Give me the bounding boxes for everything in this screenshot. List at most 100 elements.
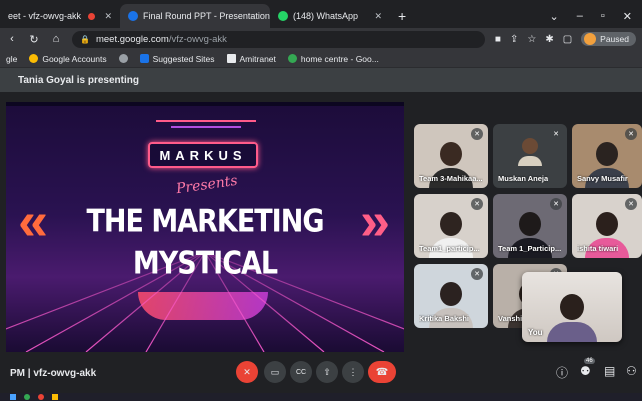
tab-whatsapp[interactable]: (148) WhatsApp ✕ (270, 4, 390, 28)
share-icon[interactable]: ⇪ (510, 34, 518, 45)
slide-title-line1: THE MARKETING (86, 203, 324, 240)
browser-toolbar: ‹ ↻ ⌂ 🔒 meet.google.com/vfz-owvg-akk ■ ⇪… (0, 28, 642, 50)
mic-off-icon: ✕ (471, 198, 483, 210)
back-icon[interactable]: ‹ (6, 33, 18, 45)
bookmark-amitranet[interactable]: Amitranet (226, 53, 276, 64)
participant-tile[interactable]: ✕ ishita tiwari (572, 194, 642, 258)
mic-toggle-button[interactable]: ✕ (236, 361, 258, 383)
address-bar[interactable]: 🔒 meet.google.com/vfz-owvg-akk (72, 30, 485, 48)
slide-topbar (6, 102, 404, 106)
mic-off-icon: ✕ (625, 128, 637, 140)
close-window-icon[interactable]: ✕ (623, 10, 632, 23)
mic-off-icon: ✕ (550, 198, 562, 210)
home-icon[interactable]: ⌂ (50, 33, 62, 45)
participant-name: Vanshi (498, 314, 523, 323)
bookmark-google-accounts[interactable]: Google Accounts (29, 53, 107, 64)
participant-tile[interactable]: ✕ Kritika Bakshi (414, 264, 488, 328)
google-icon (287, 54, 297, 63)
reload-icon[interactable]: ↻ (28, 33, 40, 46)
participant-name: Muskan Aneja (498, 174, 549, 183)
extensions-icon[interactable]: ✱ (545, 34, 553, 45)
hangup-icon: ☎ (375, 366, 389, 378)
participant-tile[interactable]: ✕ Team 1_Particip... (493, 194, 567, 258)
camera-icon: ▭ (270, 366, 280, 377)
slide-presents: Presents (175, 172, 239, 198)
chat-icon[interactable]: ▤ (604, 364, 615, 378)
participant-name: Team 1_Particip... (498, 244, 562, 253)
meet-control-bar: PM | vfz-owvg-akk ✕ ▭ CC ⇧ ⋮ ☎ ⓘ ⚉ 46 ▤ … (0, 358, 642, 388)
tab-title: eet - vfz-owvg-akk (8, 11, 82, 21)
participant-name: Kritika Bakshi (419, 314, 470, 323)
participant-tile[interactable]: ✕ Muskan Aneja (493, 124, 567, 188)
slide-brand: MARKUS (148, 142, 258, 168)
taskbar-app-icon[interactable] (38, 394, 44, 400)
window-controls: ⌄ – ▫ ✕ (550, 4, 642, 28)
captions-button[interactable]: CC (290, 361, 312, 383)
present-icon: ⇧ (323, 366, 331, 377)
bookmark-label: Amitranet (239, 53, 276, 64)
self-video (547, 294, 597, 342)
meeting-info: PM | vfz-owvg-akk (10, 367, 97, 379)
bookmark-google[interactable]: gle (6, 54, 17, 64)
participant-tile[interactable]: ✕ Team 3-Mahikaa... (414, 124, 488, 188)
participant-count-badge: 46 (584, 358, 595, 364)
people-icon[interactable]: ⚉ (580, 364, 591, 378)
globe-icon (118, 54, 128, 63)
bookmarks-bar: gle Google Accounts Suggested Sites Amit… (0, 50, 642, 68)
os-taskbar (0, 393, 642, 401)
close-icon[interactable]: ✕ (374, 11, 382, 22)
bookmark-label: gle (6, 53, 18, 64)
deco-line (171, 126, 241, 128)
minimize-icon[interactable]: – (577, 10, 583, 22)
self-label: You (528, 328, 543, 337)
lock-icon: 🔒 (80, 34, 90, 44)
tab-search-icon[interactable]: ⌄ (550, 10, 559, 23)
new-tab-button[interactable]: + (390, 4, 414, 28)
more-icon: ⋮ (348, 366, 358, 377)
presentation-slide: « » MARKUS Presents THE MARKETING MYSTIC… (6, 102, 404, 352)
participant-name: ishita tiwari (577, 244, 619, 253)
tab-presentation[interactable]: Final Round PPT - Presentation ✕ (120, 4, 270, 28)
toolbar-icons: ■ ⇪ ☆ ✱ ▢ Paused (495, 32, 636, 46)
mic-off-icon: ✕ (471, 268, 483, 280)
sidepanel-icon[interactable]: ▢ (563, 34, 572, 45)
mic-off-icon: ✕ (625, 198, 637, 210)
more-options-button[interactable]: ⋮ (342, 361, 364, 383)
participant-tile[interactable]: ✕ Sanvy Musafir (572, 124, 642, 188)
google-icon (29, 54, 39, 63)
avatar (584, 33, 597, 45)
camera-toggle-button[interactable]: ▭ (264, 361, 286, 383)
taskbar-app-icon[interactable] (52, 394, 58, 400)
tab-meet[interactable]: eet - vfz-owvg-akk ✕ (0, 4, 120, 28)
camera-indicator-icon[interactable]: ■ (495, 34, 501, 45)
participant-video (518, 138, 542, 166)
url-path: /vfz-owvg-akk (168, 33, 227, 45)
close-icon[interactable]: ✕ (104, 11, 112, 22)
profile-button[interactable]: Paused (581, 32, 636, 46)
taskbar-app-icon[interactable] (24, 394, 30, 400)
captions-icon: CC (295, 368, 307, 376)
browser-tab-strip: eet - vfz-owvg-akk ✕ Final Round PPT - P… (0, 0, 642, 28)
url-host: meet.google.com (95, 33, 169, 45)
participant-name: Sanvy Musafir (577, 174, 628, 183)
taskbar-app-icon[interactable] (10, 394, 16, 400)
self-view-tile[interactable]: You (522, 272, 622, 342)
leave-call-button[interactable]: ☎ (368, 361, 396, 383)
whatsapp-favicon-icon (278, 11, 288, 21)
slides-favicon-icon (128, 11, 138, 21)
bookmark-label: Google Accounts (42, 53, 107, 64)
maximize-icon[interactable]: ▫ (601, 10, 605, 22)
bookmark-home-centre[interactable]: home centre - Goo... (287, 53, 379, 64)
bookmark-globe[interactable] (118, 54, 128, 63)
participant-tile[interactable]: ✕ Team1_particip... (414, 194, 488, 258)
bookmark-label: Suggested Sites (152, 53, 215, 64)
present-button[interactable]: ⇧ (316, 361, 338, 383)
bing-icon (139, 54, 149, 63)
star-icon[interactable]: ☆ (527, 34, 536, 45)
meeting-details-icon[interactable]: ⓘ (556, 364, 568, 381)
bookmark-suggested-sites[interactable]: Suggested Sites (139, 53, 215, 64)
activities-icon[interactable]: ⚇ (626, 364, 637, 378)
mic-off-icon: ✕ (553, 131, 559, 138)
bookmark-label: home centre - Goo... (300, 53, 379, 64)
mic-off-icon: ✕ (243, 366, 251, 377)
